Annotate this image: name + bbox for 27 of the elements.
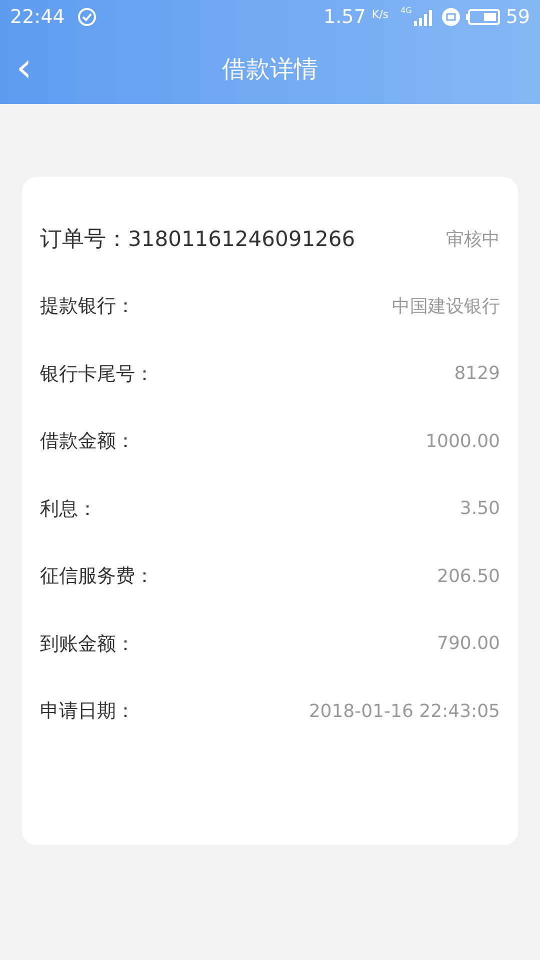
detail-value: 2018-01-16 22:43:05: [308, 700, 500, 722]
detail-value: 790.00: [437, 633, 500, 654]
order-label: 订单号：: [40, 226, 128, 254]
order-status: 审核中: [446, 228, 500, 251]
detail-label: 利息：: [40, 496, 97, 522]
network-speed: 1.57: [324, 6, 366, 28]
detail-label: 借款金额：: [40, 429, 135, 454]
status-time: 22:44: [10, 6, 65, 28]
order-number: 31801161246091266: [128, 226, 356, 251]
network-type: 4G: [400, 6, 412, 15]
detail-label: 提款银行：: [40, 294, 135, 320]
detail-value: 8129: [454, 363, 500, 384]
notification-icon: [442, 8, 460, 26]
battery-icon: [466, 9, 500, 25]
detail-value: 3.50: [460, 498, 500, 520]
page-title: 借款详情: [222, 54, 318, 85]
detail-value: 中国建设银行: [392, 295, 500, 318]
battery-level: 59: [506, 6, 530, 28]
detail-label: 到账金额：: [40, 632, 135, 657]
detail-label: 申请日期：: [40, 699, 135, 724]
check-circle-icon: [76, 7, 97, 27]
speed-unit: K/s: [372, 8, 389, 21]
back-button[interactable]: ‹: [10, 48, 38, 88]
detail-label: 银行卡尾号：: [40, 362, 154, 387]
detail-value: 206.50: [437, 566, 500, 587]
detail-value: 1000.00: [426, 430, 500, 452]
detail-label: 征信服务费：: [40, 564, 154, 590]
